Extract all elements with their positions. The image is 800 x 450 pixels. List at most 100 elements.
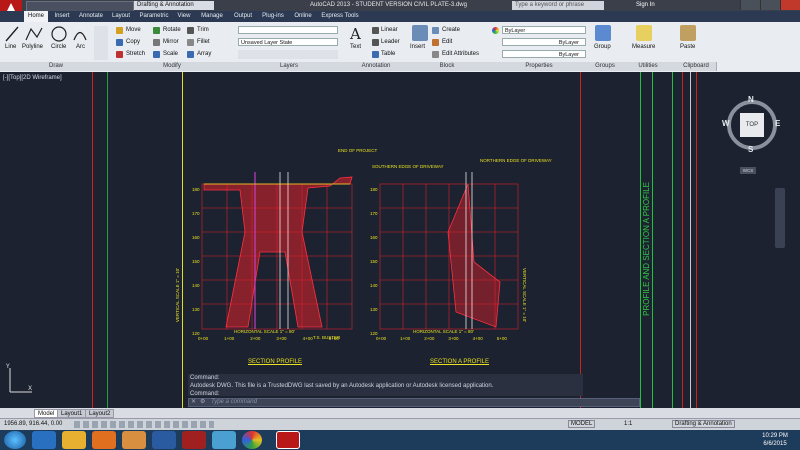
paste-button[interactable]: Paste <box>680 43 695 52</box>
workspace-switch[interactable]: Drafting & Annotation <box>672 420 735 428</box>
viewport-controls[interactable]: [-][Top][2D Wireframe] <box>3 75 62 81</box>
wrench-icon[interactable]: ⚙ <box>200 399 205 406</box>
compass-north[interactable]: N <box>748 95 754 104</box>
groups-panel-title[interactable]: Groups <box>590 62 621 71</box>
drafting-toggles[interactable] <box>74 421 214 428</box>
maximize-button[interactable] <box>760 0 781 10</box>
compass-south[interactable]: S <box>748 145 753 154</box>
layout-tab-bar <box>0 408 800 418</box>
tab-model[interactable]: Model <box>34 409 59 418</box>
viewcube[interactable]: TOP N S W E <box>722 95 782 155</box>
linear-button[interactable]: Linear <box>381 26 398 35</box>
tab-plug-ins[interactable]: Plug-ins <box>258 11 288 22</box>
coordinate-readout[interactable]: 1956.89, 916.44, 0.00 <box>4 421 62 427</box>
polyline-icon <box>25 27 43 41</box>
draw-extra-tools[interactable] <box>94 26 108 60</box>
mail-icon[interactable] <box>212 431 236 449</box>
drawing-canvas[interactable]: VERTICAL SCALE 1" = 10' HORIZONTAL SCALE… <box>0 72 800 408</box>
table-button[interactable]: Table <box>381 50 395 59</box>
text-button[interactable]: Text <box>350 43 361 52</box>
annotation-panel-title[interactable]: Annotation <box>346 62 407 71</box>
tab-view[interactable]: View <box>174 11 194 22</box>
navigation-bar[interactable] <box>775 188 785 248</box>
lineweight-dropdown[interactable]: ByLayer <box>502 50 586 58</box>
measure-button[interactable]: Measure <box>632 43 655 52</box>
layer-dropdown[interactable] <box>238 26 338 34</box>
layer-state-dropdown[interactable]: Unsaved Layer State <box>238 38 338 46</box>
array-button[interactable]: Array <box>197 50 211 59</box>
svg-text:X: X <box>28 385 32 392</box>
network-icon[interactable] <box>152 431 176 449</box>
copy-button[interactable]: Copy <box>126 38 140 47</box>
chrome-icon[interactable] <box>242 431 262 449</box>
search-input[interactable]: Type a keyword or phrase <box>512 1 604 10</box>
modify-panel-title[interactable]: Modify <box>112 62 233 71</box>
group-button[interactable]: Group <box>594 43 611 52</box>
tab-express-tools[interactable]: Express Tools <box>318 11 362 22</box>
leader-button[interactable]: Leader <box>381 38 400 47</box>
stretch-button[interactable]: Stretch <box>126 50 145 59</box>
tab-parametric[interactable]: Parametric <box>136 11 172 22</box>
fillet-button[interactable]: Fillet <box>197 38 210 47</box>
minimize-button[interactable] <box>740 0 761 10</box>
scale-button[interactable]: Scale <box>163 50 178 59</box>
tab-output[interactable]: Output <box>230 11 256 22</box>
create-button[interactable]: Create <box>442 26 460 35</box>
draw-panel-title[interactable]: Draw <box>0 62 113 71</box>
rotate-button[interactable]: Rotate <box>163 26 181 35</box>
mirror-button[interactable]: Mirror <box>163 38 179 47</box>
internet-explorer-icon[interactable] <box>32 431 56 449</box>
file-explorer-icon[interactable] <box>62 431 86 449</box>
workspace-dropdown[interactable]: Drafting & Annotation <box>134 1 214 10</box>
arc-button[interactable]: Arc <box>76 43 85 52</box>
tab-layout2[interactable]: Layout2 <box>85 409 115 418</box>
close-button[interactable] <box>780 0 800 10</box>
close-icon[interactable]: ✕ <box>191 399 196 406</box>
array-icon <box>187 51 194 58</box>
elev-label: 150 <box>192 259 200 264</box>
model-space-button[interactable]: MODEL <box>568 420 596 428</box>
media-player-icon[interactable] <box>92 431 116 449</box>
layer-tools[interactable] <box>238 50 338 59</box>
viewcube-top-face[interactable]: TOP <box>740 113 764 137</box>
command-history-line: Command: <box>190 375 220 381</box>
compass-west[interactable]: W <box>722 119 730 128</box>
polyline-button[interactable]: Polyline <box>22 43 43 52</box>
move-button[interactable]: Move <box>126 26 141 35</box>
tab-home[interactable]: Home <box>24 11 48 22</box>
system-clock[interactable]: 10:29 PM 6/6/2015 <box>752 432 798 448</box>
command-line[interactable]: ✕ ⚙ Type a command <box>188 398 640 407</box>
tab-layout1[interactable]: Layout1 <box>57 409 87 418</box>
wcs-menu[interactable]: WCS <box>740 167 756 174</box>
clock-time: 10:29 PM <box>762 433 788 439</box>
circle-button[interactable]: Circle <box>51 43 66 52</box>
start-button[interactable] <box>4 431 26 449</box>
tab-online[interactable]: Online <box>290 11 316 22</box>
line-button[interactable]: Line <box>5 43 16 52</box>
clock-date: 6/6/2015 <box>763 441 787 447</box>
tab-layout[interactable]: Layout <box>108 11 134 22</box>
edit-button[interactable]: Edit <box>442 38 452 47</box>
folder-icon[interactable] <box>122 431 146 449</box>
scale-icon <box>153 51 160 58</box>
sign-in-link[interactable]: Sign In <box>636 0 655 11</box>
tab-insert[interactable]: Insert <box>50 11 74 22</box>
annotation-scale[interactable]: 1:1 <box>624 421 632 427</box>
layers-panel-title[interactable]: Layers <box>232 62 347 71</box>
block-panel-title[interactable]: Block <box>406 62 489 71</box>
command-input[interactable]: Type a command <box>211 399 257 406</box>
tab-manage[interactable]: Manage <box>196 11 228 22</box>
utilities-panel-title[interactable]: Utilities <box>620 62 677 71</box>
clipboard-panel-title[interactable]: Clipboard <box>676 62 717 71</box>
trim-button[interactable]: Trim <box>197 26 209 35</box>
autocad-taskbar-icon[interactable] <box>276 431 300 449</box>
insert-button[interactable]: Insert <box>410 43 425 52</box>
edit-attributes-button[interactable]: Edit Attributes <box>442 50 479 59</box>
linetype-dropdown[interactable]: ByLayer <box>502 38 586 46</box>
color-dropdown[interactable]: ByLayer <box>502 26 586 34</box>
properties-panel-title[interactable]: Properties <box>488 62 591 71</box>
tab-annotate[interactable]: Annotate <box>76 11 106 22</box>
elev-label: 130 <box>370 307 378 312</box>
adobe-reader-icon[interactable] <box>182 431 206 449</box>
compass-east[interactable]: E <box>775 119 780 128</box>
